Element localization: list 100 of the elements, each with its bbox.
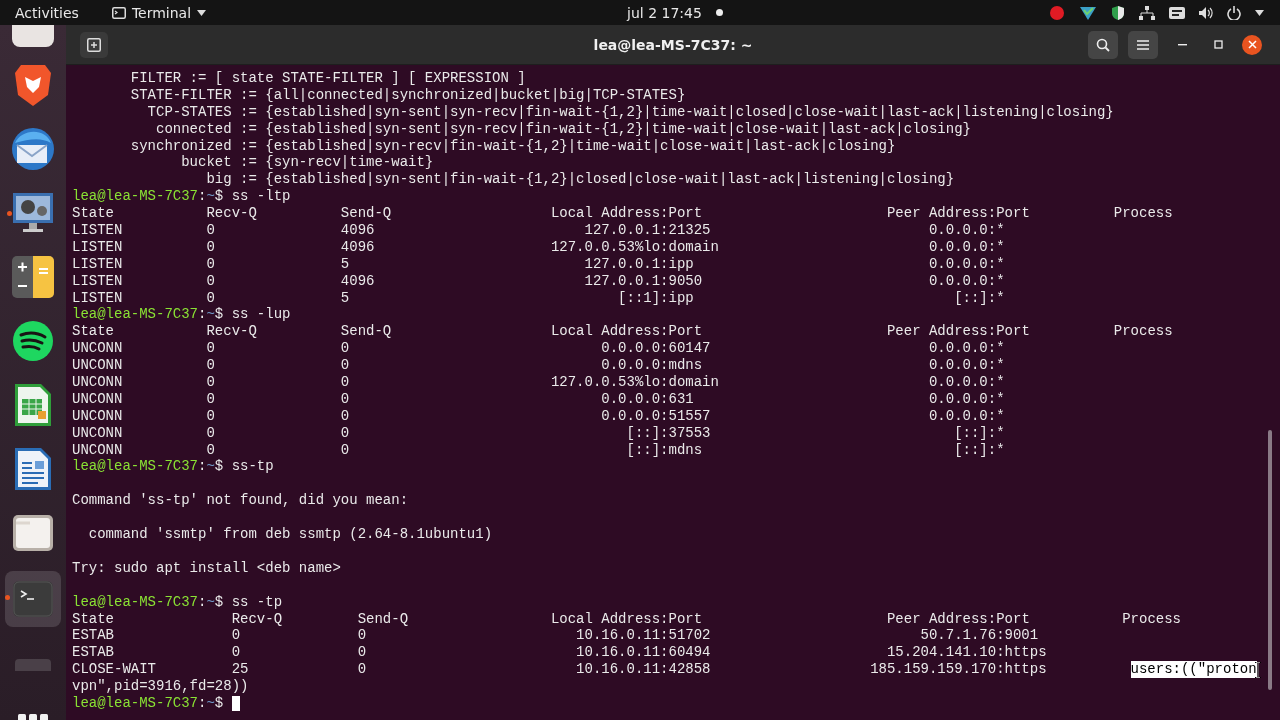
command-text: ss -tp [231, 593, 283, 611]
column-header: Local Address:Port [550, 323, 703, 341]
table-cell: 0.0.0.0:* [928, 407, 1005, 425]
column-header: State [72, 205, 114, 223]
prompt-path: ~ [206, 188, 215, 206]
table-cell: 185.159.159.170:https [870, 661, 1047, 679]
table-cell: 0 [231, 644, 241, 662]
minimize-icon [1177, 43, 1187, 46]
prompt-path: ~ [206, 458, 215, 476]
folder-icon [13, 515, 53, 551]
prompt-path: ~ [206, 306, 215, 324]
table-cell: LISTEN [72, 238, 123, 256]
table-cell: 0 [357, 661, 367, 679]
table-cell: LISTEN [72, 272, 123, 290]
app-menu[interactable]: Terminal [111, 4, 207, 21]
output-line: bucket := {syn-recv|time-wait} [180, 154, 434, 172]
table-cell: 15.204.141.10:https [886, 644, 1047, 662]
table-cell: 127.0.0.53%lo:domain [550, 374, 719, 391]
table-cell: ESTAB [72, 644, 114, 662]
table-cell: 0.0.0.0:* [928, 238, 1005, 256]
prompt-separator: : [198, 593, 207, 611]
table-cell: CLOSE-WAIT [72, 661, 156, 679]
clock[interactable]: jul 2 17:45 [627, 4, 702, 21]
output-line: Try: sudo apt install <deb name> [72, 559, 341, 577]
table-cell: LISTEN [72, 289, 123, 307]
table-cell: 25 [231, 661, 249, 679]
table-cell: 0.0.0.0:* [928, 374, 1005, 391]
scrollbar[interactable] [1268, 430, 1272, 690]
column-header: Recv-Q [206, 205, 257, 223]
prompt-path: ~ [206, 593, 215, 611]
shield-icon[interactable] [1111, 4, 1125, 21]
prompt-symbol: $ [214, 593, 224, 611]
table-cell: 10.16.0.11:60494 [576, 644, 711, 662]
table-cell: 0 [206, 289, 215, 307]
calculator-icon [12, 256, 54, 298]
output-line: STATE-FILTER := {all|connected|synchronized|bucket|big|TCP-STATES} [129, 86, 686, 104]
caret-icon[interactable] [1255, 9, 1264, 16]
column-header: Recv-Q [206, 323, 257, 341]
prompt-symbol: $ [214, 188, 224, 206]
table-cell: 0.0.0.0:mdns [601, 357, 703, 375]
table-cell: 0 [206, 407, 215, 425]
sound-waves-icon [12, 320, 54, 362]
table-cell: 0.0.0.0:* [928, 222, 1005, 239]
table-cell: UNCONN [72, 441, 123, 459]
table-cell: 0 [206, 441, 215, 459]
table-cell: 0.0.0.0:* [928, 272, 1005, 290]
table-cell: 0 [357, 627, 367, 645]
output-line: Command 'ss-tp' not found, did you mean: [72, 492, 409, 510]
record-icon[interactable] [1049, 4, 1065, 21]
column-header: Local Address:Port [550, 610, 703, 628]
maximize-icon [1213, 40, 1223, 49]
table-cell: LISTEN [72, 255, 123, 273]
table-cell: 10.16.0.11:42858 [576, 661, 711, 679]
table-cell: 0 [206, 424, 215, 442]
output-line: vpn",pid=3916,fd=28)) [72, 678, 249, 695]
table-cell: UNCONN [72, 407, 123, 425]
power-icon[interactable] [1227, 5, 1241, 20]
table-cell: [::]:* [954, 441, 1005, 459]
menu-button[interactable] [1128, 30, 1158, 59]
table-cell: [::]:* [954, 289, 1005, 307]
network-icon[interactable] [1139, 5, 1155, 20]
new-tab-button[interactable] [80, 31, 108, 58]
spreadsheet-icon [14, 383, 52, 427]
table-cell: 127.0.0.1:9050 [584, 272, 703, 290]
table-cell: 0 [206, 272, 215, 290]
command-text: ss -ltp [231, 188, 291, 206]
vpn-shield-icon[interactable] [1079, 4, 1097, 21]
output-line: TCP-STATES := {established|syn-sent|syn-recv|fin-wait-{1,2}|time-wait|closed|close-wait|last-ack|listening|closing} [146, 103, 1114, 121]
column-header: State [72, 323, 114, 341]
prompt-symbol: $ [214, 458, 224, 476]
terminal-icon [111, 6, 126, 19]
volume-icon[interactable] [1199, 5, 1213, 20]
column-header: State [72, 610, 114, 628]
menu-icon [1137, 39, 1149, 50]
command-text: ss-tp [231, 458, 274, 476]
table-cell: ESTAB [72, 627, 114, 645]
table-cell: 0 [340, 357, 350, 375]
table-cell: UNCONN [72, 340, 123, 358]
table-cell: 50.7.1.76:9001 [920, 627, 1039, 645]
search-button[interactable] [1088, 30, 1118, 59]
prompt-user-host: lea@lea-MS-7C37 [72, 694, 199, 712]
prompt-path: ~ [206, 694, 215, 712]
command-text: ss -lup [231, 306, 291, 324]
close-icon [1247, 40, 1257, 49]
output-line: FILTER := [ state STATE-FILTER ] [ EXPRESSION ] [129, 70, 526, 87]
activities-button[interactable]: Activities [15, 4, 79, 21]
document-icon [14, 447, 52, 491]
table-cell: 0 [206, 390, 215, 408]
table-cell: 127.0.0.53%lo:domain [550, 238, 719, 256]
table-cell: 4096 [340, 238, 375, 256]
terminal-icon [13, 581, 53, 617]
terminal-pane[interactable] [66, 65, 1280, 720]
table-cell: 0 [206, 238, 215, 256]
column-header: Local Address:Port [550, 205, 703, 223]
column-header: Process [1113, 323, 1173, 341]
table-cell: 0.0.0.0:60147 [601, 340, 711, 358]
table-cell: 0 [206, 340, 215, 358]
close-button[interactable] [1242, 34, 1262, 55]
search-icon [1096, 37, 1110, 52]
prompt-user-host: lea@lea-MS-7C37 [72, 458, 199, 476]
